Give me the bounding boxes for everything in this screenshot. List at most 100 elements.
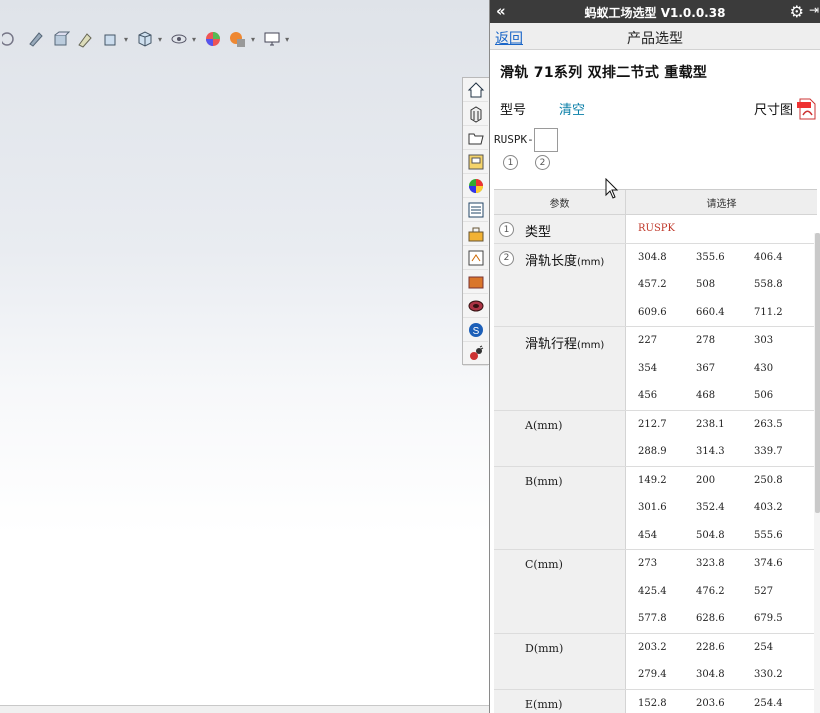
param-unit: (mm): [577, 256, 605, 268]
display-style-icon[interactable]: [50, 28, 72, 50]
apply-scene-icon[interactable]: [202, 28, 224, 50]
task-pane-tabs: S: [462, 77, 489, 366]
value-option[interactable]: 263.5: [754, 411, 812, 439]
value-option[interactable]: 628.6: [696, 605, 754, 633]
table-row: D(mm) 203.2 228.6 254 279.4 304.8 330.2: [494, 633, 817, 690]
view-settings-dropdown-icon[interactable]: ▾: [124, 35, 128, 44]
section-view-icon[interactable]: [25, 28, 47, 50]
value-option[interactable]: 288.9: [638, 438, 696, 466]
param-number: 1: [499, 222, 514, 237]
value-option[interactable]: 577.8: [638, 605, 696, 633]
view-orientation-icon[interactable]: [0, 28, 22, 50]
param-name: 滑轨长度(mm): [525, 250, 604, 269]
value-option[interactable]: 254.4: [754, 690, 812, 713]
value-option[interactable]: 504.8: [696, 522, 754, 550]
cube-icon[interactable]: [134, 28, 156, 50]
value-option[interactable]: 314.3: [696, 438, 754, 466]
value-option[interactable]: 200: [696, 467, 754, 495]
value-option[interactable]: 476.2: [696, 578, 754, 606]
appearance-icon[interactable]: [227, 28, 249, 50]
value-option[interactable]: RUSPK: [638, 215, 696, 243]
home-icon[interactable]: [463, 78, 488, 102]
value-option[interactable]: 330.2: [754, 661, 812, 689]
scrollbar-thumb[interactable]: [815, 233, 820, 513]
value-option[interactable]: 425.4: [638, 578, 696, 606]
value-option[interactable]: 609.6: [638, 299, 696, 327]
3d-content-icon[interactable]: [463, 294, 488, 318]
dimension-drawing-link[interactable]: 尺寸图: [754, 99, 793, 118]
value-option[interactable]: 527: [754, 578, 812, 606]
page-title: 产品选型: [627, 31, 683, 47]
table-header: 参数 请选择: [494, 190, 817, 215]
value-option[interactable]: 254: [754, 634, 812, 662]
value-option[interactable]: 203.6: [696, 690, 754, 713]
value-option[interactable]: 228.6: [696, 634, 754, 662]
value-option[interactable]: 250.8: [754, 467, 812, 495]
value-option[interactable]: 430: [754, 355, 812, 383]
value-option[interactable]: 238.1: [696, 411, 754, 439]
panel-titlebar: « 蚂蚁工场选型 V1.0.0.38 ⚙ ⇥: [490, 0, 820, 23]
value-option[interactable]: 508: [696, 271, 754, 299]
value-option[interactable]: 203.2: [638, 634, 696, 662]
value-option[interactable]: 279.4: [638, 661, 696, 689]
hide-show-dropdown-icon[interactable]: ▾: [192, 35, 196, 44]
clear-button[interactable]: 清空: [559, 99, 585, 118]
monitor-icon[interactable]: [261, 28, 283, 50]
value-option[interactable]: 374.6: [754, 550, 812, 578]
value-option[interactable]: 403.2: [754, 494, 812, 522]
solidworks-forum-icon[interactable]: S: [463, 318, 488, 342]
value-option[interactable]: 468: [696, 382, 754, 410]
value-option[interactable]: 454: [638, 522, 696, 550]
gear-icon[interactable]: ⚙: [790, 2, 804, 21]
value-option[interactable]: 339.7: [754, 438, 812, 466]
svg-text:S: S: [472, 326, 479, 337]
value-option[interactable]: 506: [754, 382, 812, 410]
value-option[interactable]: 355.6: [696, 244, 754, 272]
value-option[interactable]: 711.2: [754, 299, 812, 327]
value-option[interactable]: 555.6: [754, 522, 812, 550]
folder-icon[interactable]: [463, 270, 488, 294]
value-option[interactable]: 212.7: [638, 411, 696, 439]
value-cell: 152.8 203.6 254.4: [626, 690, 817, 713]
value-option[interactable]: 304.8: [638, 244, 696, 272]
edit-appearance-icon[interactable]: [75, 28, 97, 50]
ant-plugin-icon[interactable]: [463, 342, 488, 366]
hide-show-icon[interactable]: [168, 28, 190, 50]
file-explorer-icon[interactable]: [463, 126, 488, 150]
graphics-area[interactable]: ▾ ▾ ▾ ▾ ▾: [0, 0, 489, 713]
view-settings-icon[interactable]: [100, 28, 122, 50]
value-option[interactable]: 304.8: [696, 661, 754, 689]
view-palette-icon[interactable]: [463, 150, 488, 174]
param-cell: D(mm): [494, 633, 626, 689]
task-scheduler-icon[interactable]: [463, 246, 488, 270]
value-option[interactable]: 456: [638, 382, 696, 410]
custom-properties-icon[interactable]: [463, 198, 488, 222]
cube-dropdown-icon[interactable]: ▾: [158, 35, 162, 44]
monitor-dropdown-icon[interactable]: ▾: [285, 35, 289, 44]
pin-icon[interactable]: ⇥: [809, 3, 819, 17]
value-option[interactable]: 352.4: [696, 494, 754, 522]
value-option[interactable]: 660.4: [696, 299, 754, 327]
value-option[interactable]: 679.5: [754, 605, 812, 633]
value-option[interactable]: 152.8: [638, 690, 696, 713]
value-option[interactable]: 558.8: [754, 271, 812, 299]
param-name: 类型: [525, 221, 551, 240]
value-option[interactable]: 323.8: [696, 550, 754, 578]
value-option[interactable]: 303: [754, 327, 812, 355]
pdf-icon[interactable]: [797, 98, 817, 120]
value-option[interactable]: 301.6: [638, 494, 696, 522]
value-cell: 203.2 228.6 254 279.4 304.8 330.2: [626, 634, 817, 689]
value-option[interactable]: 354: [638, 355, 696, 383]
design-library-icon[interactable]: [463, 102, 488, 126]
value-option[interactable]: 227: [638, 327, 696, 355]
value-option[interactable]: 406.4: [754, 244, 812, 272]
value-option[interactable]: 457.2: [638, 271, 696, 299]
value-option[interactable]: 367: [696, 355, 754, 383]
value-option[interactable]: 273: [638, 550, 696, 578]
value-option[interactable]: 149.2: [638, 467, 696, 495]
value-option[interactable]: 278: [696, 327, 754, 355]
appearances-icon[interactable]: [463, 174, 488, 198]
appearance-dropdown-icon[interactable]: ▾: [251, 35, 255, 44]
model-slot-input[interactable]: [534, 128, 558, 152]
toolbox-icon[interactable]: [463, 222, 488, 246]
